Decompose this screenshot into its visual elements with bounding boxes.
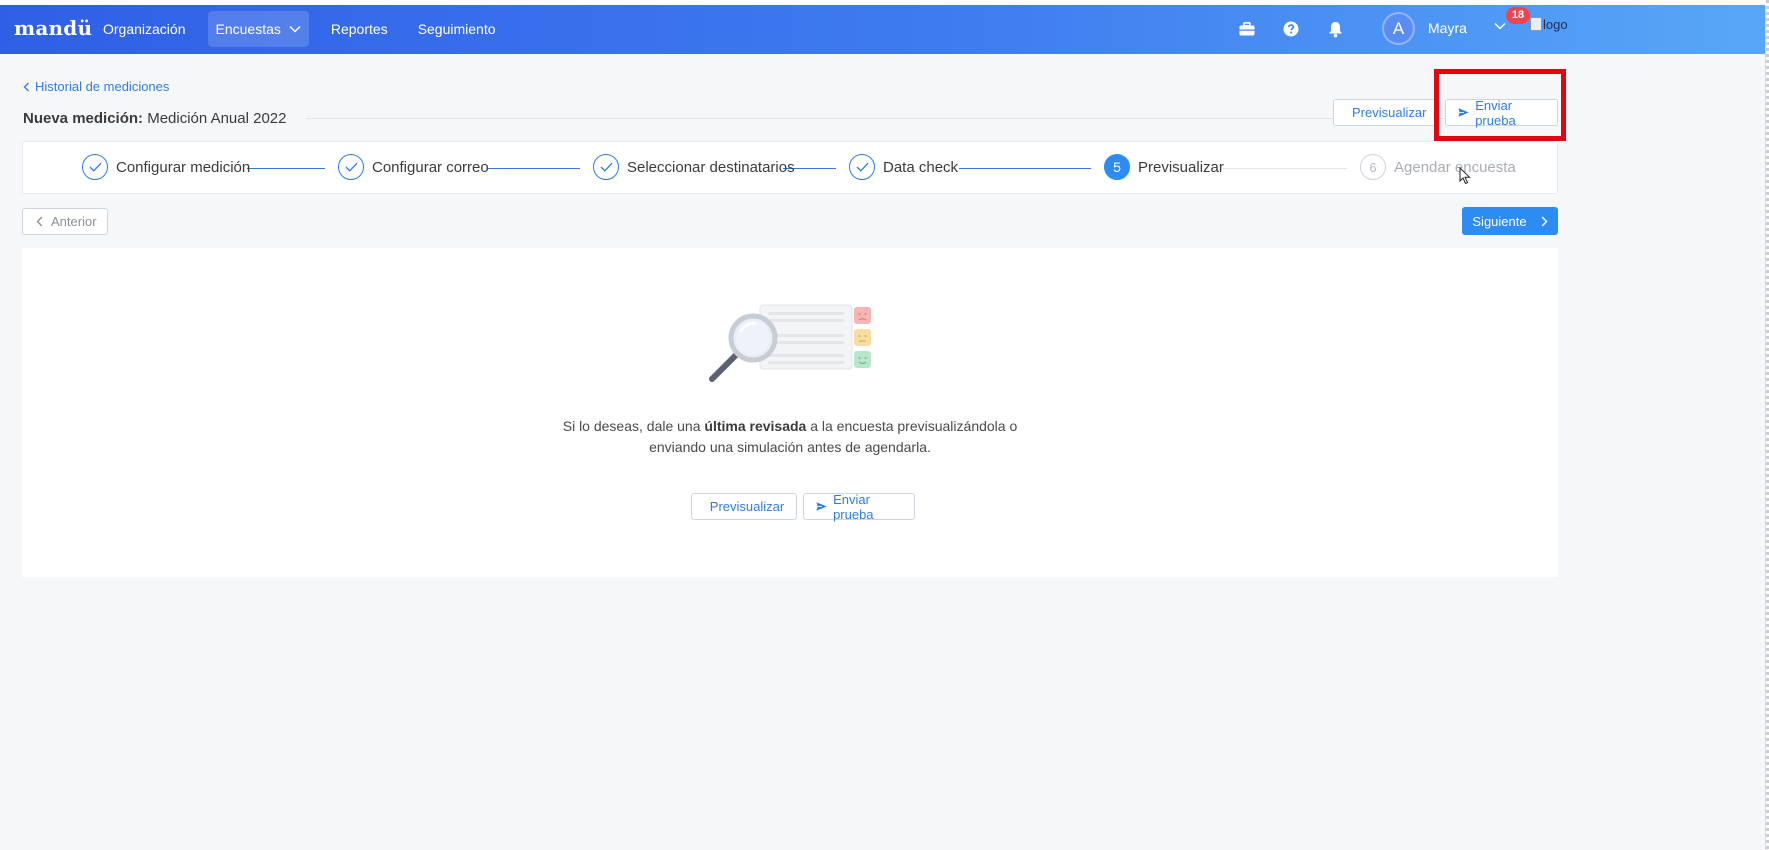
chevron-left-icon	[36, 216, 43, 227]
user-name[interactable]: Mayra	[1428, 20, 1467, 36]
previous-button[interactable]: Anterior	[22, 208, 108, 235]
send-test-label: Enviar prueba	[1475, 97, 1516, 128]
notification-badge: 18	[1506, 7, 1530, 24]
step-configurar-correo[interactable]: Configurar correo	[338, 154, 489, 180]
preview-button[interactable]: Previsualizar	[691, 493, 797, 520]
chevron-down-icon	[289, 26, 301, 33]
description-text: a la encuesta previsualizándola o	[806, 418, 1018, 434]
breadcrumb-label: Historial de mediciones	[35, 79, 170, 94]
top-navbar: mandü Organización Encuestas Reportes Se…	[0, 5, 1765, 54]
preview-panel: Si lo deseas, dale una última revisada a…	[22, 248, 1558, 577]
check-icon	[593, 154, 619, 180]
step-label: Configurar correo	[372, 158, 489, 176]
next-button[interactable]: Siguiente	[1462, 207, 1558, 235]
page-title: Nueva medición: Medición Anual 2022	[23, 110, 286, 127]
app-window: mandü Organización Encuestas Reportes Se…	[0, 5, 1766, 850]
logo-alt-text: logo	[1543, 17, 1568, 32]
preview-label: Previsualizar	[1352, 105, 1427, 120]
step-label: Data check	[883, 158, 959, 176]
preview-description: Si lo deseas, dale una última revisada a…	[22, 416, 1558, 458]
check-icon	[338, 154, 364, 180]
step-seleccionar-destinatarios[interactable]: Seleccionar destinatarios	[593, 154, 795, 180]
description-emphasis: última revisada	[704, 418, 807, 434]
nav-encuestas[interactable]: Encuestas	[207, 11, 309, 47]
send-icon	[816, 502, 827, 511]
nav-label: Reportes	[330, 21, 388, 37]
step-data-check[interactable]: Data check	[849, 154, 958, 180]
mouse-cursor-icon	[1459, 167, 1471, 185]
chevron-right-icon	[1541, 216, 1548, 226]
bell-icon[interactable]	[1325, 19, 1345, 39]
step-label: Configurar medición	[116, 158, 251, 176]
title-name: Medición Anual 2022	[147, 109, 287, 127]
page-title-row: Nueva medición: Medición Anual 2022	[23, 104, 1558, 132]
step-agendar-encuesta[interactable]: 6 Agendar encuesta	[1360, 154, 1516, 180]
avatar[interactable]: A	[1382, 12, 1415, 45]
nav-label: Seguimiento	[417, 21, 496, 37]
step-configurar-medicion[interactable]: Configurar medición	[82, 154, 250, 180]
nav-organizacion[interactable]: Organización	[103, 11, 194, 47]
step-number: 5	[1104, 154, 1130, 180]
step-connector	[1222, 168, 1347, 169]
chevron-down-icon[interactable]	[1494, 22, 1506, 30]
send-icon	[1458, 108, 1469, 117]
check-icon	[82, 154, 108, 180]
nav-label: Organización	[103, 21, 186, 37]
breadcrumb[interactable]: Historial de mediciones	[23, 79, 169, 94]
main-nav: Organización Encuestas Reportes Seguimie…	[103, 11, 518, 47]
nav-seguimiento[interactable]: Seguimiento	[410, 11, 504, 47]
preview-button[interactable]: Previsualizar	[1333, 99, 1437, 126]
description-line-1: Si lo deseas, dale una última revisada a…	[22, 416, 1558, 437]
description-line-2: enviando una simulación antes de agendar…	[649, 439, 931, 455]
send-test-button[interactable]: Enviar prueba	[1445, 97, 1558, 128]
nav-label: Encuestas	[215, 21, 281, 37]
help-icon[interactable]	[1281, 19, 1301, 39]
description-text: Si lo deseas, dale una	[562, 418, 705, 434]
survey-review-illustration	[709, 304, 871, 382]
briefcase-icon[interactable]	[1237, 19, 1257, 39]
step-connector	[959, 168, 1091, 169]
next-label: Siguiente	[1472, 213, 1527, 229]
step-connector	[487, 168, 580, 169]
send-test-label: Enviar prueba	[833, 491, 874, 522]
step-previsualizar[interactable]: 5 Previsualizar	[1104, 154, 1224, 180]
step-label: Seleccionar destinatarios	[627, 158, 795, 176]
nav-reportes[interactable]: Reportes	[323, 11, 396, 47]
previous-label: Anterior	[51, 214, 97, 229]
step-label: Agendar encuesta	[1394, 158, 1516, 176]
company-logo: logo	[1530, 17, 1568, 32]
broken-image-icon	[1530, 17, 1542, 31]
preview-label: Previsualizar	[709, 499, 785, 514]
send-test-button[interactable]: Enviar prueba	[803, 491, 915, 522]
step-label: Previsualizar	[1138, 158, 1224, 176]
step-connector	[247, 168, 325, 169]
step-number: 6	[1360, 154, 1386, 180]
title-prefix: Nueva medición:	[23, 109, 144, 127]
brand-logo[interactable]: mandü	[14, 16, 92, 40]
check-icon	[849, 154, 875, 180]
chevron-left-icon	[23, 82, 29, 91]
